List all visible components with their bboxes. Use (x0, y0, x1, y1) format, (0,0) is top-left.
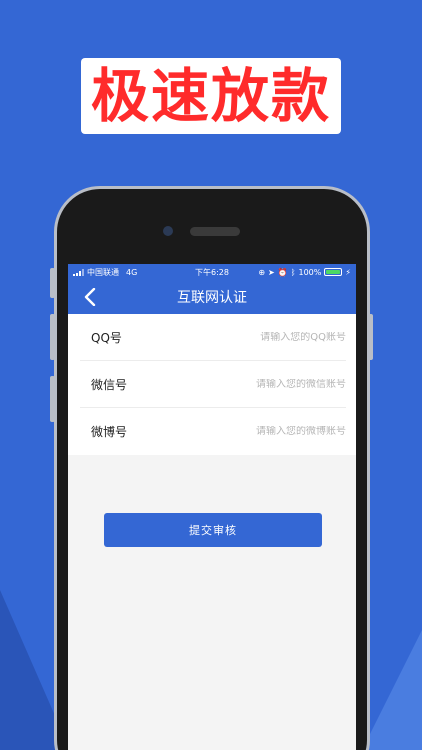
battery-icon (324, 268, 343, 276)
form-row-qq: QQ号 (80, 314, 346, 361)
form-row-wechat: 微信号 (80, 361, 346, 408)
back-button[interactable] (80, 287, 100, 307)
qq-label: QQ号 (91, 330, 122, 345)
wechat-label: 微信号 (91, 377, 128, 392)
camera-icon (163, 226, 173, 236)
back-chevron-icon (84, 288, 96, 306)
wechat-input[interactable] (170, 378, 346, 390)
auth-form: QQ号 微信号 微博号 (68, 314, 356, 455)
background-shape-right (362, 630, 422, 750)
status-time: 下午6:28 (195, 267, 229, 277)
promo-headline: 极速放款 (0, 58, 422, 134)
page-title: 互联网认证 (177, 290, 247, 306)
nav-bar: 互联网认证 (68, 280, 356, 314)
speaker-grille (190, 227, 240, 236)
weibo-input[interactable] (170, 426, 346, 437)
status-bar: 中国联通 4G 下午6:28 ⊕ ➤ ⏰ ᛒ 100% ⚡ (68, 264, 356, 280)
submit-button[interactable]: 提交审核 (104, 513, 322, 547)
form-row-weibo: 微博号 (80, 408, 346, 455)
qq-input[interactable] (170, 331, 346, 343)
weibo-label: 微博号 (91, 425, 128, 439)
promo-headline-text: 极速放款 (80, 58, 341, 134)
phone-screen: 中国联通 4G 下午6:28 ⊕ ➤ ⏰ ᛒ 100% ⚡ 互联网认证 QQ号 … (68, 264, 356, 750)
